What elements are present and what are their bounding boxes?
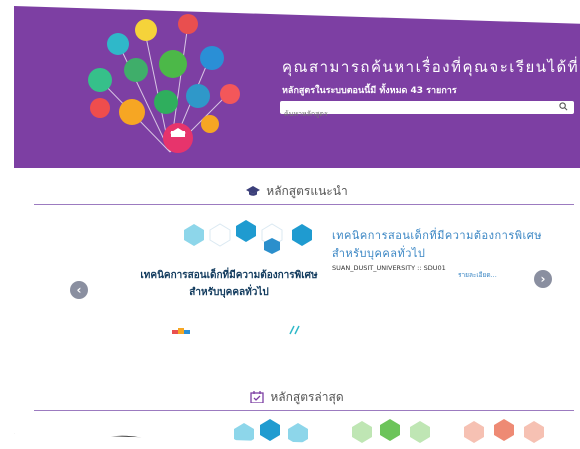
course-organization: SUAN_DUSIT_UNIVERSITY :: SDU01 — [332, 264, 446, 272]
calendar-check-icon — [250, 391, 264, 403]
carousel-prev-button[interactable]: ‹ — [70, 281, 88, 299]
background-object — [74, 435, 144, 449]
browser-screen: คุณสามารถค้นหาเรื่องที่คุณจะเรียนได้ที่น… — [14, 6, 580, 449]
recommended-heading: หลักสูตรแนะนำ — [14, 182, 580, 201]
latest-course-thumbnail[interactable] — [214, 410, 324, 449]
course-details-link[interactable]: รายละเอียด... — [458, 270, 497, 280]
search-box — [280, 101, 574, 121]
carousel-next-button[interactable]: › — [534, 270, 552, 288]
chevron-right-icon: › — [540, 272, 546, 286]
search-input[interactable] — [280, 107, 550, 121]
hexagon-pattern — [184, 220, 312, 254]
page: คุณสามารถค้นหาเรื่องที่คุณจะเรียนได้ที่น… — [0, 0, 580, 449]
graduation-cap-icon — [246, 186, 261, 196]
chevron-left-icon: ‹ — [76, 283, 82, 297]
course-count-text: หลักสูตรในระบบตอนนี้มี ทั้งหมด 43 รายการ — [282, 86, 457, 96]
thumbnail-caption: เทคนิคการสอนเด็กที่มีความต้องการพิเศษ สำ… — [140, 270, 318, 298]
education-icons-illustration — [88, 14, 240, 153]
thumbnail-logos — [172, 325, 300, 335]
latest-heading: หลักสูตรล่าสุด — [14, 388, 580, 407]
latest-course-thumbnail[interactable] — [332, 410, 452, 449]
course-thumbnail[interactable]: เทคนิคการสอนเด็กที่มีความต้องการพิเศษ สำ… — [124, 212, 334, 342]
hero-banner: คุณสามารถค้นหาเรื่องที่คุณจะเรียนได้ที่น… — [14, 6, 580, 168]
section-divider — [34, 204, 574, 205]
search-icon[interactable] — [559, 102, 568, 111]
hero-title: คุณสามารถค้นหาเรื่องที่คุณจะเรียนได้ที่น… — [282, 58, 580, 76]
latest-course-thumbnail[interactable] — [454, 410, 580, 449]
course-title-link[interactable]: เทคนิคการสอนเด็กที่มีความต้องการพิเศษ สำ… — [332, 227, 542, 263]
